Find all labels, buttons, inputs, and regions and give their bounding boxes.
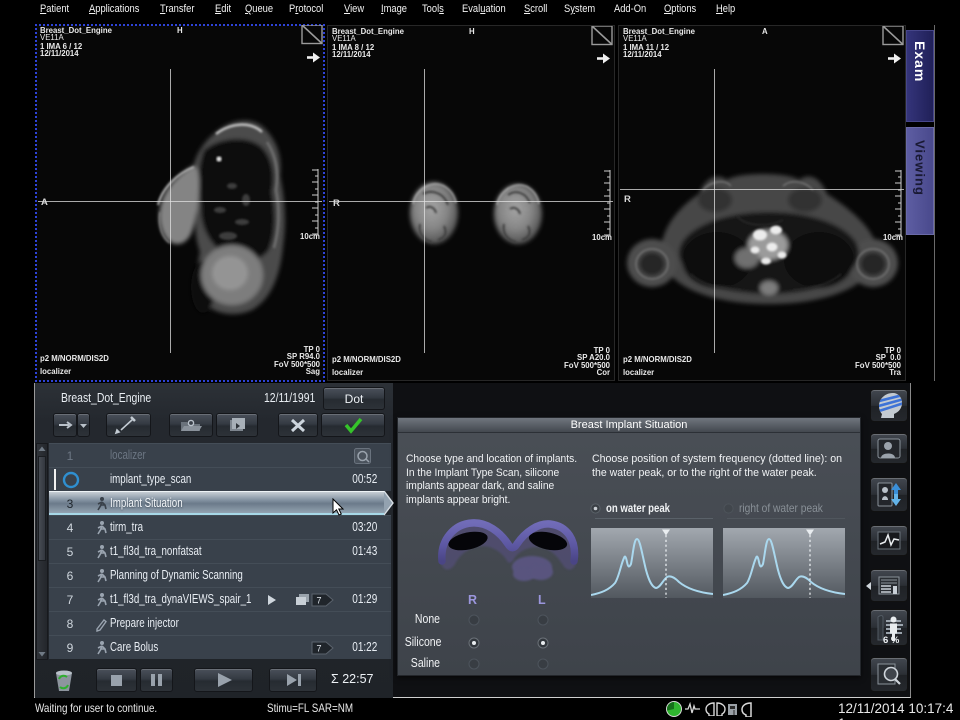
svg-text:6 %: 6 %	[883, 635, 900, 645]
svg-text:7: 7	[316, 596, 321, 606]
svg-text:7: 7	[316, 644, 321, 654]
